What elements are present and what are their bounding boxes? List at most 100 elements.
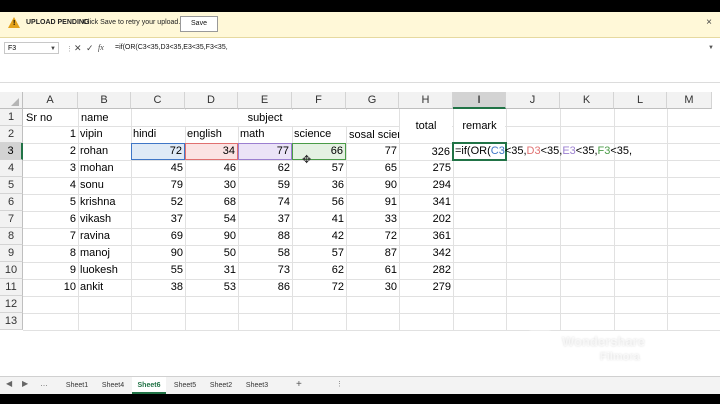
header-english[interactable]: english xyxy=(185,126,238,143)
header-science[interactable]: science xyxy=(292,126,346,143)
header-math[interactable]: math xyxy=(238,126,292,143)
expand-formula-bar-icon[interactable]: ▼ xyxy=(708,45,714,51)
column-header-b[interactable]: B xyxy=(78,92,131,109)
cell-total[interactable]: 202 xyxy=(399,211,453,228)
cell-hindi[interactable]: 69 xyxy=(131,228,185,245)
cell-name[interactable]: sonu xyxy=(78,177,131,194)
cell-total[interactable]: 361 xyxy=(399,228,453,245)
sheet-tab-sheet1[interactable]: Sheet1 xyxy=(60,377,94,394)
cell-social[interactable]: 91 xyxy=(346,194,399,211)
cell-total[interactable]: 279 xyxy=(399,279,453,296)
cell-social[interactable]: 30 xyxy=(346,279,399,296)
cell-srno[interactable]: 9 xyxy=(23,262,78,279)
cell-science[interactable]: 57 xyxy=(292,245,346,262)
cell-srno[interactable]: 4 xyxy=(23,177,78,194)
cell-english[interactable]: 31 xyxy=(185,262,238,279)
column-header-d[interactable]: D xyxy=(185,92,238,109)
add-sheet-icon[interactable]: + xyxy=(296,379,302,390)
cell-srno[interactable]: 7 xyxy=(23,228,78,245)
cell-srno[interactable]: 5 xyxy=(23,194,78,211)
next-sheet-icon[interactable]: ▶ xyxy=(22,379,28,388)
cancel-icon[interactable]: ✕ xyxy=(74,43,82,54)
cell-name[interactable]: rohan xyxy=(78,143,131,160)
cell-total[interactable]: 326 xyxy=(400,144,452,160)
cell-total[interactable]: 282 xyxy=(399,262,453,279)
column-header-m[interactable]: M xyxy=(667,92,712,109)
cell-srno[interactable]: 10 xyxy=(23,279,78,296)
cell-math[interactable]: 74 xyxy=(238,194,292,211)
cell-math[interactable]: 59 xyxy=(238,177,292,194)
cell-science-ref[interactable]: 66 xyxy=(292,143,346,160)
header-hindi[interactable]: hindi xyxy=(131,126,185,143)
cell-hindi-ref[interactable]: 72 xyxy=(131,143,185,160)
cell-hindi[interactable]: 55 xyxy=(131,262,185,279)
column-header-j[interactable]: J xyxy=(506,92,560,109)
cell-science[interactable]: 36 xyxy=(292,177,346,194)
sheet-tab-sheet2[interactable]: Sheet2 xyxy=(204,377,238,394)
cell-total[interactable]: 342 xyxy=(399,245,453,262)
cell-srno[interactable]: 3 xyxy=(23,160,78,177)
cell-name[interactable]: ravina xyxy=(78,228,131,245)
cell-english[interactable]: 53 xyxy=(185,279,238,296)
sheet-tab-sheet6[interactable]: Sheet6 xyxy=(132,377,166,394)
cell-social[interactable]: 65 xyxy=(346,160,399,177)
cell-srno[interactable]: 8 xyxy=(23,245,78,262)
cell-hindi[interactable]: 79 xyxy=(131,177,185,194)
row-header-6[interactable]: 6 xyxy=(0,194,23,211)
header-total[interactable]: total xyxy=(400,110,452,143)
tab-options-icon[interactable]: ⋮ xyxy=(336,380,343,388)
cell-social[interactable]: 90 xyxy=(346,177,399,194)
cell-hindi[interactable]: 37 xyxy=(131,211,185,228)
cell-science[interactable]: 41 xyxy=(292,211,346,228)
column-header-l[interactable]: L xyxy=(614,92,667,109)
cell-name[interactable]: luokesh xyxy=(78,262,131,279)
row-header-10[interactable]: 10 xyxy=(0,262,23,279)
cell-math[interactable]: 86 xyxy=(238,279,292,296)
cell-science[interactable]: 72 xyxy=(292,279,346,296)
row-header-12[interactable]: 12 xyxy=(0,296,23,313)
formula-input[interactable]: =if(OR(C3<35,D3<35,E3<35,F3<35, xyxy=(115,44,228,51)
cell-total[interactable]: 275 xyxy=(399,160,453,177)
sheet-tab-sheet3[interactable]: Sheet3 xyxy=(240,377,274,394)
cell-name[interactable]: manoj xyxy=(78,245,131,262)
cell-english[interactable]: 54 xyxy=(185,211,238,228)
cell-social[interactable]: 77 xyxy=(346,143,399,160)
cell-math[interactable]: 88 xyxy=(238,228,292,245)
chevron-down-icon[interactable]: ▼ xyxy=(50,46,56,52)
cell-english[interactable]: 90 xyxy=(185,228,238,245)
row-header-11[interactable]: 11 xyxy=(0,279,23,296)
cell-name[interactable]: krishna xyxy=(78,194,131,211)
row-header-9[interactable]: 9 xyxy=(0,245,23,262)
insert-function-icon[interactable]: fx xyxy=(98,43,104,52)
column-header-i[interactable]: I xyxy=(453,92,506,109)
column-header-c[interactable]: C xyxy=(131,92,185,109)
drag-handle-icon[interactable]: ⋮ xyxy=(66,45,73,53)
cell-science[interactable]: 56 xyxy=(292,194,346,211)
cell-total[interactable]: 294 xyxy=(399,177,453,194)
cell-math[interactable]: 73 xyxy=(238,262,292,279)
sheet-tab-sheet4[interactable]: Sheet4 xyxy=(96,377,130,394)
cell-social[interactable]: 61 xyxy=(346,262,399,279)
cell-social[interactable]: 33 xyxy=(346,211,399,228)
cell-english-ref[interactable]: 34 xyxy=(185,143,238,160)
cell-total[interactable]: 341 xyxy=(399,194,453,211)
column-header-e[interactable]: E xyxy=(238,92,292,109)
column-header-g[interactable]: G xyxy=(346,92,399,109)
cell-science[interactable]: 42 xyxy=(292,228,346,245)
row-header-13[interactable]: 13 xyxy=(0,313,23,330)
cell-name[interactable]: mohan xyxy=(78,160,131,177)
cell-math[interactable]: 62 xyxy=(238,160,292,177)
header-srno[interactable]: Sr no xyxy=(24,110,77,126)
cell-science[interactable]: 62 xyxy=(292,262,346,279)
prev-sheet-icon[interactable]: ◀ xyxy=(6,379,12,388)
cell-a1-srno[interactable]: 1 xyxy=(23,126,78,143)
active-cell-i3[interactable]: =if(OR(C3<35,D3<35,E3<35,F3<35, xyxy=(452,142,632,161)
row-header-2[interactable]: 2 xyxy=(0,126,23,143)
cell-english[interactable]: 68 xyxy=(185,194,238,211)
header-social[interactable]: sosal scien xyxy=(347,127,399,143)
cell-social[interactable]: 72 xyxy=(346,228,399,245)
cell-english[interactable]: 46 xyxy=(185,160,238,177)
row-header-4[interactable]: 4 xyxy=(0,160,23,177)
header-remark[interactable]: remark xyxy=(454,110,505,143)
row-header-1[interactable]: 1 xyxy=(0,109,23,126)
